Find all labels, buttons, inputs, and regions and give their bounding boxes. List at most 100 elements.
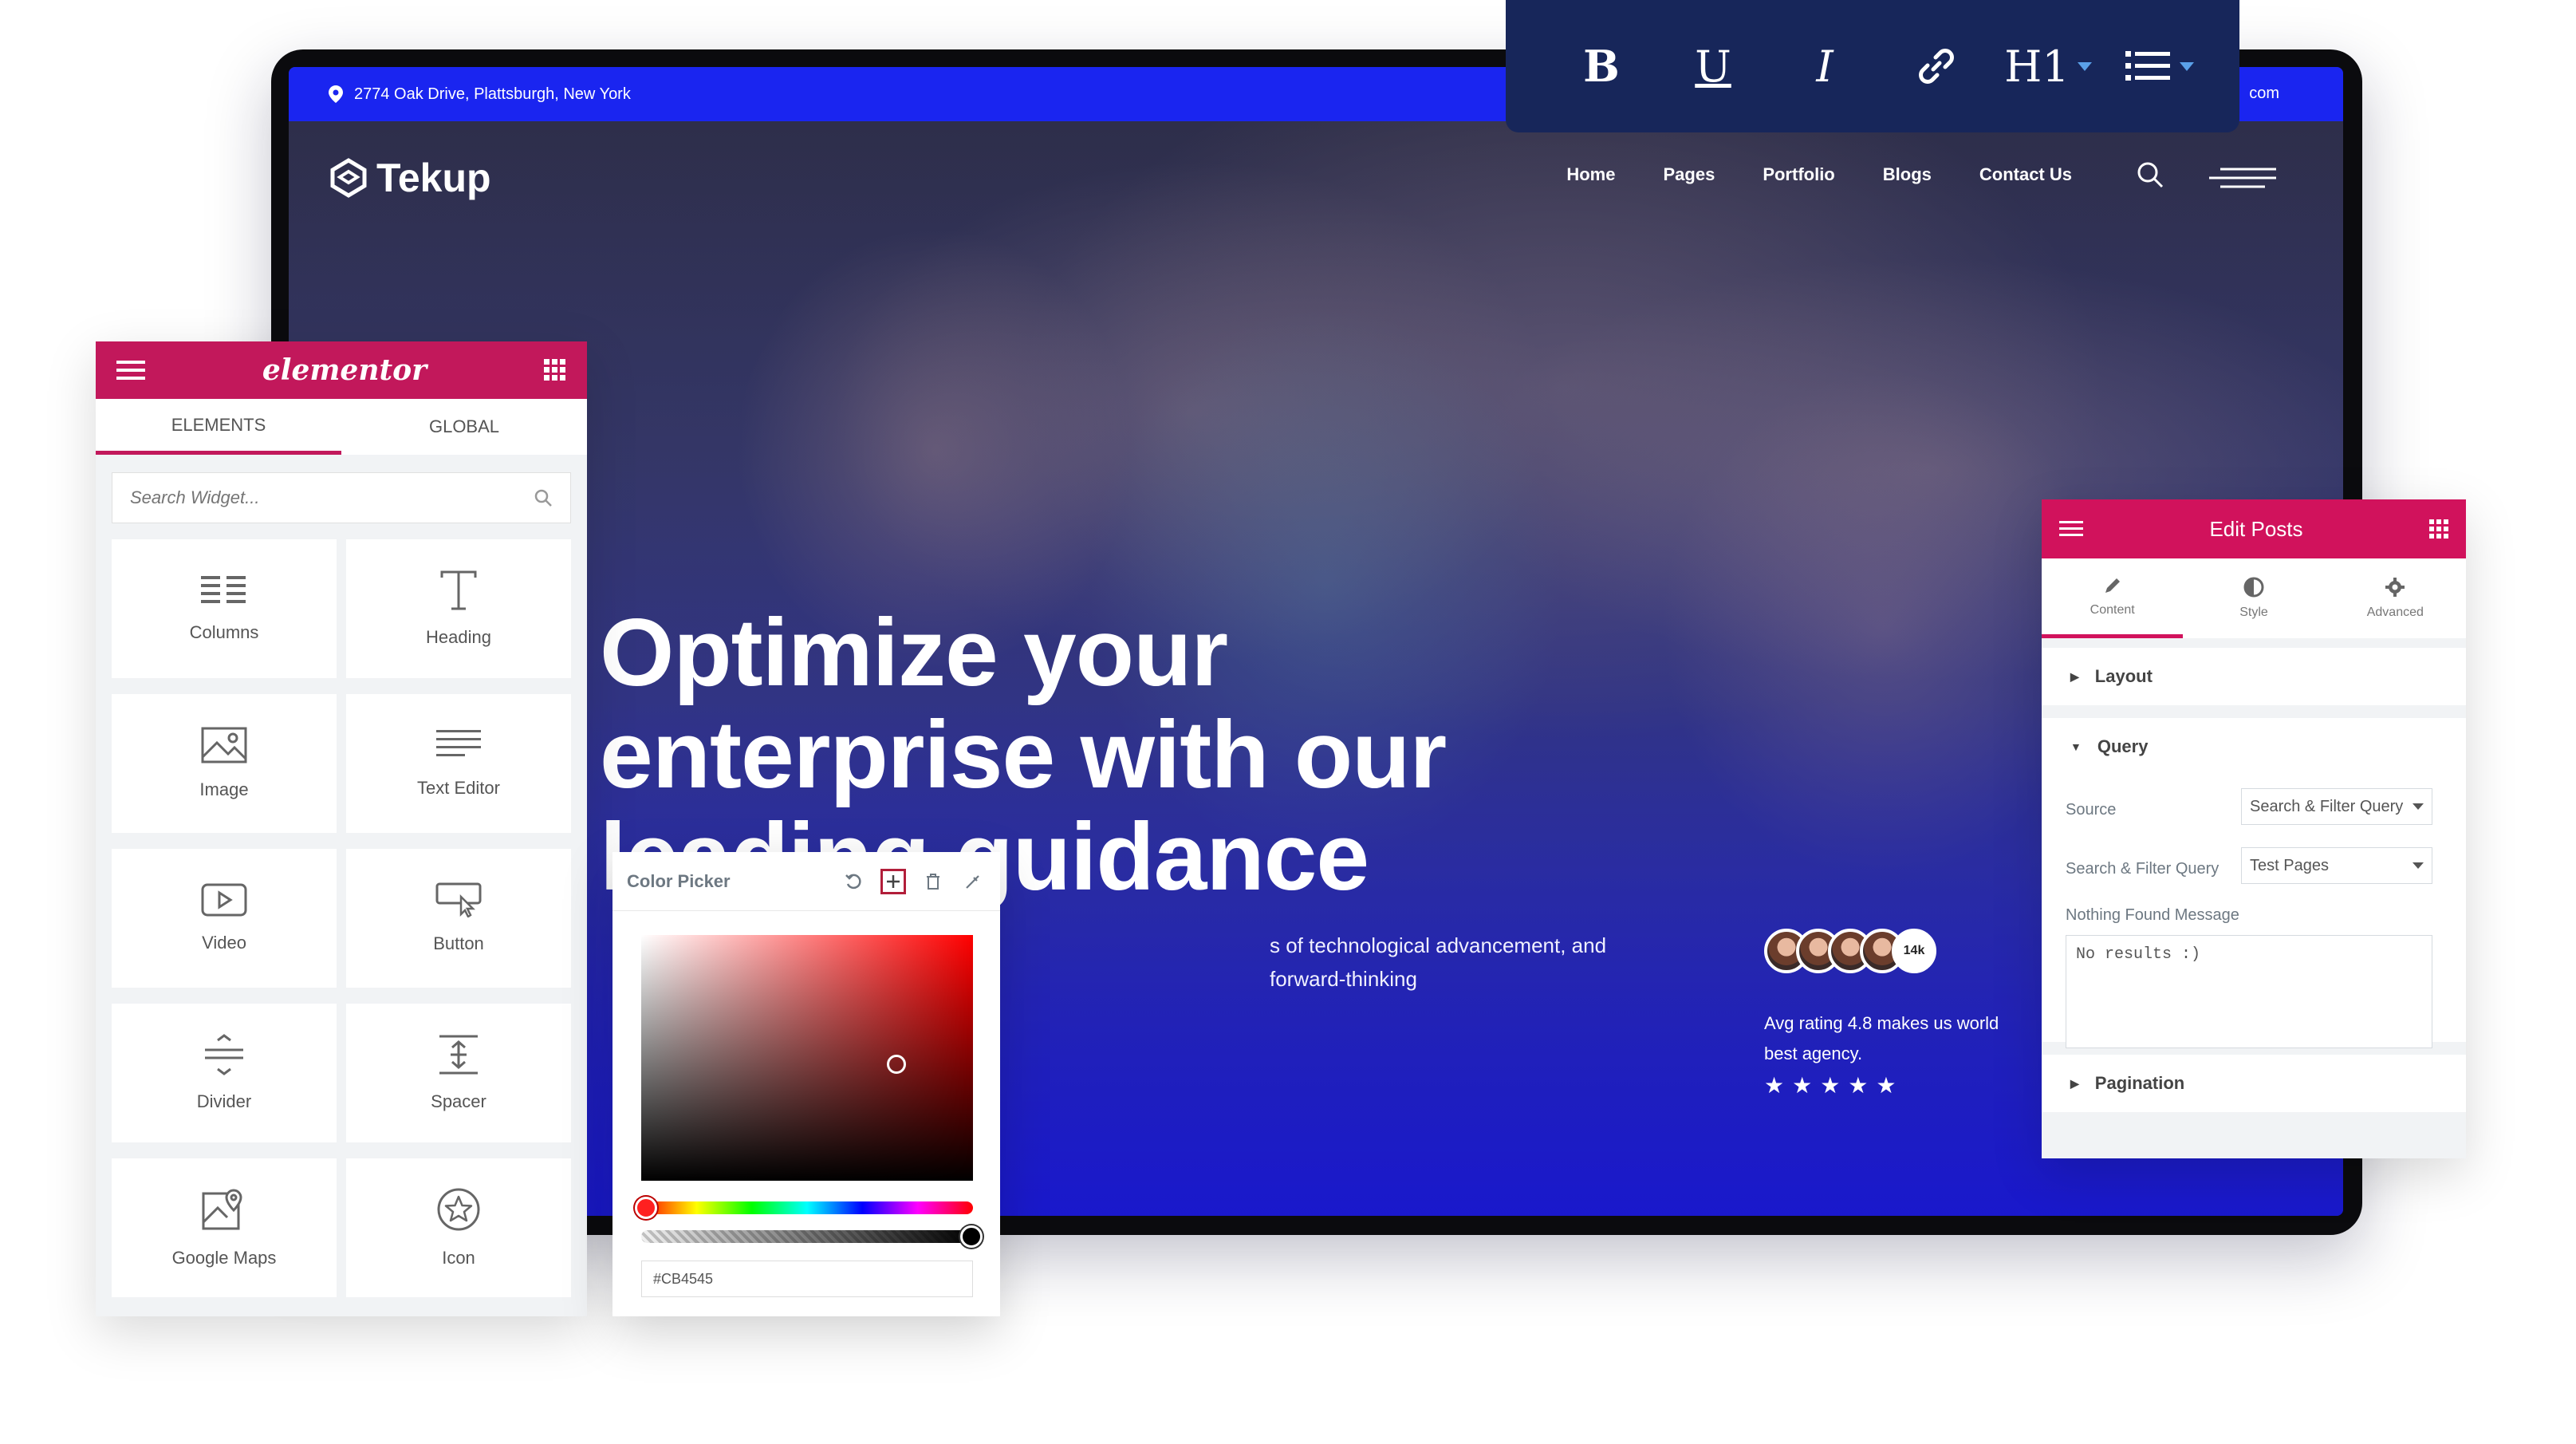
widget-google-maps[interactable]: Google Maps — [112, 1158, 337, 1297]
trash-icon[interactable] — [920, 869, 946, 894]
avatar-count-badge: 14k — [1892, 929, 1936, 973]
widget-text-editor[interactable]: Text Editor — [346, 694, 571, 833]
nav-pages[interactable]: Pages — [1663, 164, 1715, 185]
widget-label: Text Editor — [417, 778, 500, 798]
eyedropper-icon[interactable] — [960, 869, 986, 894]
color-picker-actions — [841, 868, 986, 894]
hero-description-line: s of technological advancement, and — [1270, 933, 1607, 957]
tab-advanced[interactable]: Advanced — [2325, 558, 2466, 638]
search-icon[interactable] — [534, 488, 553, 507]
source-select[interactable]: Search & Filter Query — [2241, 788, 2432, 825]
sf-query-value: Test Pages — [2250, 856, 2329, 874]
widget-label: Button — [433, 933, 484, 953]
gear-icon — [2385, 578, 2405, 597]
color-picker: Color Picker — [612, 852, 1000, 1316]
widget-divider[interactable]: Divider — [112, 1004, 337, 1142]
hamburger-menu-icon[interactable] — [2209, 167, 2276, 189]
widget-columns[interactable]: Columns — [112, 539, 337, 678]
link-icon — [1919, 49, 1954, 84]
reset-icon[interactable] — [841, 869, 866, 894]
widget-button[interactable]: Button — [346, 849, 571, 988]
widget-heading[interactable]: Heading — [346, 539, 571, 678]
opacity-handle[interactable] — [960, 1225, 983, 1248]
section-pagination[interactable]: ▶ Pagination — [2042, 1055, 2466, 1112]
widget-video[interactable]: Video — [112, 849, 337, 988]
hue-handle[interactable] — [635, 1197, 657, 1219]
tab-label: Content — [2090, 602, 2135, 617]
heading-label: H1 — [2004, 41, 2070, 92]
edit-posts-tabs: Content Style Advanced — [2042, 558, 2466, 638]
edit-posts-title: Edit Posts — [2209, 516, 2303, 541]
list-dropdown[interactable] — [2104, 48, 2216, 85]
widget-grid: Columns Heading Image Text Editor Video … — [112, 539, 571, 1297]
section-query[interactable]: ▼ Query — [2042, 718, 2466, 775]
opacity-slider[interactable] — [641, 1230, 973, 1243]
hue-slider[interactable] — [641, 1201, 973, 1214]
nothing-found-label: Nothing Found Message — [2066, 906, 2239, 924]
widget-spacer[interactable]: Spacer — [346, 1004, 571, 1142]
hex-color-input[interactable] — [641, 1261, 973, 1297]
email-text[interactable]: com — [2249, 85, 2279, 103]
grid-apps-icon[interactable] — [543, 359, 566, 381]
nav-home[interactable]: Home — [1566, 164, 1615, 185]
query-fields: Source Search & Filter Query Search & Fi… — [2042, 775, 2466, 1048]
tab-style[interactable]: Style — [2183, 558, 2324, 638]
hamburger-menu-icon[interactable] — [2059, 519, 2083, 539]
chevron-down-icon — [2180, 61, 2194, 71]
sf-query-select[interactable]: Test Pages — [2241, 847, 2432, 884]
section-layout[interactable]: ▶ Layout — [2042, 648, 2466, 705]
tab-label: Advanced — [2366, 606, 2424, 619]
chevron-down-icon — [2413, 803, 2424, 810]
main-nav: Home Pages Portfolio Blogs Contact Us — [1566, 164, 2072, 185]
widget-icon[interactable]: Icon — [346, 1158, 571, 1297]
heading-dropdown[interactable]: H1 — [1992, 41, 2104, 92]
section-label: Layout — [2094, 666, 2153, 686]
saturation-handle[interactable] — [887, 1055, 906, 1074]
tab-global[interactable]: GLOBAL — [341, 399, 587, 455]
rating-text: Avg rating 4.8 makes us world best agenc… — [1764, 1013, 1999, 1063]
list-icon — [2125, 51, 2170, 81]
nav-portfolio[interactable]: Portfolio — [1763, 164, 1834, 185]
widget-label: Icon — [442, 1248, 475, 1268]
google-maps-icon — [202, 1189, 242, 1230]
nav-contact[interactable]: Contact Us — [1979, 164, 2072, 185]
text-editor-icon — [436, 730, 481, 756]
search-icon[interactable] — [2137, 161, 2164, 188]
elementor-logo: elementor — [262, 353, 427, 387]
hero-title-line: enterprise with our — [600, 701, 1447, 808]
site-logo[interactable]: Tekup — [329, 155, 491, 201]
tab-elements[interactable]: ELEMENTS — [96, 399, 341, 455]
logo-icon — [330, 158, 367, 198]
section-label: Query — [2097, 736, 2149, 756]
underline-button[interactable]: U — [1657, 41, 1769, 92]
chevron-down-icon — [2077, 61, 2092, 71]
hero-description: s of technological advancement, and forw… — [1270, 929, 1716, 996]
add-color-icon[interactable] — [880, 868, 906, 894]
pencil-icon — [2105, 578, 2120, 593]
heading-icon — [440, 570, 477, 610]
nav-blogs[interactable]: Blogs — [1883, 164, 1932, 185]
grid-apps-icon[interactable] — [2429, 519, 2448, 539]
contrast-icon — [2243, 577, 2264, 598]
tab-label: Style — [2239, 606, 2268, 619]
edit-posts-panel: Edit Posts Content Style Advanced ▶ Layo… — [2042, 499, 2466, 1158]
search-widget-input[interactable] — [130, 487, 534, 508]
italic-button[interactable]: I — [1769, 41, 1881, 92]
link-button[interactable] — [1881, 48, 1992, 85]
sf-query-label: Search & Filter Query — [2066, 860, 2220, 878]
tab-content[interactable]: Content — [2042, 558, 2184, 638]
caret-right-icon: ▶ — [2070, 669, 2079, 683]
hero-title-line: Optimize your — [600, 599, 1228, 706]
nothing-found-textarea[interactable]: No results :) — [2066, 935, 2432, 1048]
widget-image[interactable]: Image — [112, 694, 337, 833]
spacer-icon — [439, 1035, 478, 1075]
widget-label: Google Maps — [171, 1248, 277, 1268]
text-format-toolbar: B U I H1 — [1506, 0, 2239, 132]
elementor-panel: elementor ELEMENTS GLOBAL Columns Headin… — [96, 341, 587, 1316]
bold-button[interactable]: B — [1546, 41, 1657, 92]
location-pin-icon — [329, 85, 343, 103]
avatar-group: 14k — [1764, 929, 1936, 973]
hamburger-menu-icon[interactable] — [116, 359, 145, 381]
saturation-area[interactable] — [641, 935, 973, 1181]
rating-stars: ★★★★★ — [1764, 1073, 1904, 1098]
